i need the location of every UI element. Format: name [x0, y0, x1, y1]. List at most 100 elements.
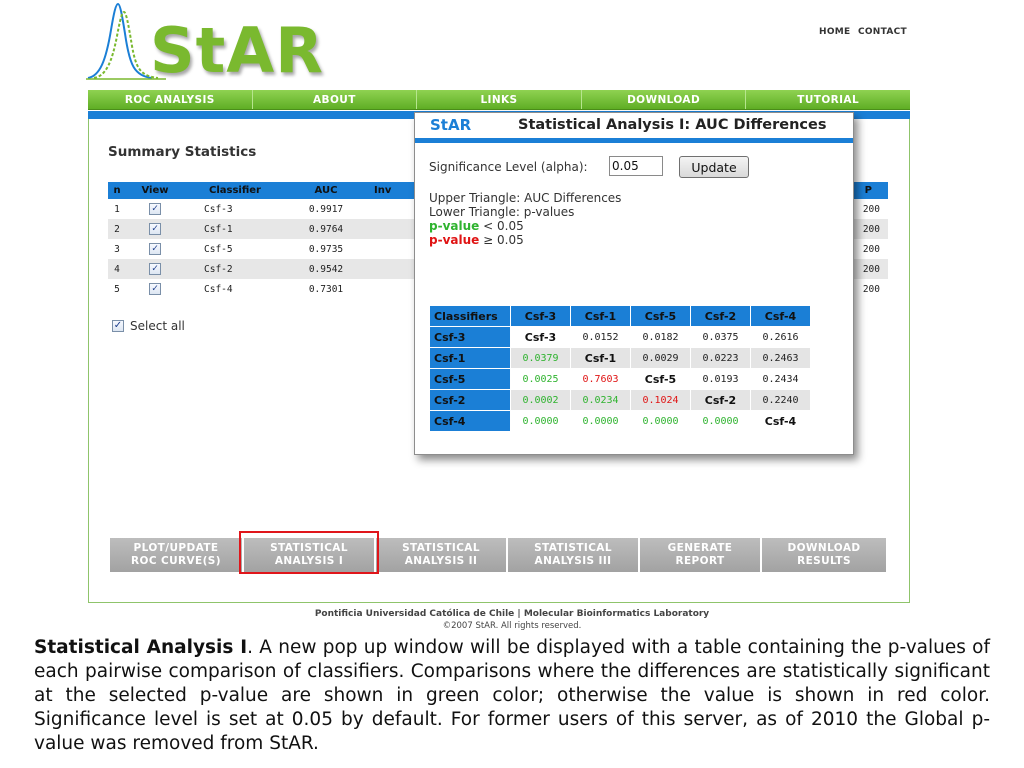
- view-checkbox[interactable]: ✓: [149, 283, 161, 295]
- select-all[interactable]: ✓ Select all: [112, 319, 185, 333]
- legend-lower: Lower Triangle: p-values: [429, 205, 575, 219]
- auc-difference-cell: 0.2616: [751, 327, 810, 347]
- col-n: n: [108, 182, 126, 199]
- button-line: ANALYSIS III: [534, 555, 612, 567]
- download-results-button[interactable]: DOWNLOAD RESULTS: [762, 538, 886, 572]
- row-auc: 0.9735: [286, 239, 366, 259]
- legend-pv-word: p-value: [429, 219, 480, 233]
- pvalue-cell: 0.1024: [631, 390, 690, 410]
- diagonal-cell: Csf-2: [691, 390, 750, 410]
- pvalue-cell: 0.0379: [511, 348, 570, 368]
- view-checkbox[interactable]: ✓: [149, 203, 161, 215]
- column-header: Csf-5: [631, 306, 690, 326]
- legend-sig-text: < 0.05: [483, 219, 524, 233]
- auc-difference-cell: 0.0182: [631, 327, 690, 347]
- select-all-checkbox[interactable]: ✓: [112, 320, 124, 332]
- row-auc: 0.7301: [286, 279, 366, 299]
- pvalue-cell: 0.0000: [691, 411, 750, 431]
- plot-roc-button[interactable]: PLOT/UPDATE ROC CURVE(S): [110, 538, 242, 572]
- alpha-label: Significance Level (alpha):: [429, 160, 588, 174]
- popup-brand: StAR: [430, 116, 472, 134]
- button-line: GENERATE: [667, 542, 733, 554]
- diagonal-cell: Csf-5: [631, 369, 690, 389]
- column-header: Csf-4: [751, 306, 810, 326]
- row-header: Csf-1: [430, 348, 510, 368]
- popup-title: Statistical Analysis I: AUC Differences: [518, 117, 827, 133]
- table-row: Csf-5 0.0025 0.7603 Csf-5 0.0193 0.2434: [430, 369, 810, 389]
- row-header: Csf-2: [430, 390, 510, 410]
- auc-difference-cell: 0.0375: [691, 327, 750, 347]
- auc-difference-cell: 0.0029: [631, 348, 690, 368]
- diagonal-cell: Csf-1: [571, 348, 630, 368]
- footer-affiliation: Pontificia Universidad Católica de Chile…: [314, 609, 710, 619]
- button-line: STATISTICAL: [402, 542, 480, 554]
- legend-not-significant: p-value ≥ 0.05: [429, 233, 621, 247]
- button-line: RESULTS: [797, 555, 851, 567]
- summary-title: Summary Statistics: [108, 144, 257, 160]
- update-button[interactable]: Update: [679, 156, 749, 178]
- top-links: HOME CONTACT: [815, 27, 907, 37]
- table-corner: Classifiers: [430, 306, 510, 326]
- pvalue-table-header: Classifiers Csf-3 Csf-1 Csf-5 Csf-2 Csf-4: [430, 306, 810, 326]
- view-checkbox[interactable]: ✓: [149, 263, 161, 275]
- legend-upper: Upper Triangle: AUC Differences: [429, 191, 622, 205]
- button-line: REPORT: [675, 555, 725, 567]
- highlight-box: [239, 531, 379, 574]
- nav-tutorial[interactable]: TUTORIAL: [746, 90, 910, 109]
- nav-about[interactable]: ABOUT: [253, 90, 418, 109]
- auc-difference-cell: 0.0223: [691, 348, 750, 368]
- main-nav: ROC ANALYSIS ABOUT LINKS DOWNLOAD TUTORI…: [88, 90, 910, 110]
- pvalue-cell: 0.7603: [571, 369, 630, 389]
- nav-roc-analysis[interactable]: ROC ANALYSIS: [88, 90, 253, 109]
- table-row: Csf-2 0.0002 0.0234 0.1024 Csf-2 0.2240: [430, 390, 810, 410]
- contact-link[interactable]: CONTACT: [858, 27, 907, 37]
- footer-copyright: ©2007 StAR. All rights reserved.: [442, 621, 582, 631]
- legend-nsig-text: ≥ 0.05: [483, 233, 524, 247]
- view-checkbox[interactable]: ✓: [149, 243, 161, 255]
- row-n: 4: [108, 259, 126, 279]
- auc-differences-popup: StAR Statistical Analysis I: AUC Differe…: [414, 112, 854, 455]
- view-checkbox[interactable]: ✓: [149, 223, 161, 235]
- statistical-analysis-3-button[interactable]: STATISTICAL ANALYSIS III: [508, 538, 638, 572]
- pvalue-table: Classifiers Csf-3 Csf-1 Csf-5 Csf-2 Csf-4 Cs…: [429, 305, 811, 432]
- button-line: DOWNLOAD: [787, 542, 861, 554]
- auc-difference-cell: 0.2463: [751, 348, 810, 368]
- legend-pv-word: p-value: [429, 233, 480, 247]
- row-classifier: Csf-5: [184, 239, 286, 259]
- legend: Upper Triangle: AUC Differences Lower Tr…: [429, 191, 621, 247]
- auc-difference-cell: 0.2434: [751, 369, 810, 389]
- statistical-analysis-2-button[interactable]: STATISTICAL ANALYSIS II: [376, 538, 506, 572]
- button-line: STATISTICAL: [534, 542, 612, 554]
- diagonal-cell: Csf-3: [511, 327, 570, 347]
- alpha-input[interactable]: [609, 156, 663, 176]
- row-classifier: Csf-4: [184, 279, 286, 299]
- table-row: Csf-3 Csf-3 0.0152 0.0182 0.0375 0.2616: [430, 327, 810, 347]
- legend-significant: p-value < 0.05: [429, 219, 621, 233]
- auc-difference-cell: 0.2240: [751, 390, 810, 410]
- caption: Statistical Analysis I. A new pop up win…: [34, 636, 990, 756]
- star-logo[interactable]: StAR: [150, 20, 324, 82]
- col-auc: AUC: [286, 182, 366, 199]
- nav-download[interactable]: DOWNLOAD: [582, 90, 747, 109]
- row-n: 5: [108, 279, 126, 299]
- auc-difference-cell: 0.0152: [571, 327, 630, 347]
- row-header: Csf-3: [430, 327, 510, 347]
- row-classifier: Csf-1: [184, 219, 286, 239]
- row-header: Csf-4: [430, 411, 510, 431]
- row-n: 2: [108, 219, 126, 239]
- column-header: Csf-2: [691, 306, 750, 326]
- generate-report-button[interactable]: GENERATE REPORT: [640, 538, 760, 572]
- row-n: 3: [108, 239, 126, 259]
- row-auc: 0.9764: [286, 219, 366, 239]
- row-auc: 0.9542: [286, 259, 366, 279]
- home-link[interactable]: HOME: [819, 27, 851, 37]
- pvalue-cell: 0.0234: [571, 390, 630, 410]
- pvalue-cell: 0.0000: [631, 411, 690, 431]
- pvalue-cell: 0.0002: [511, 390, 570, 410]
- button-line: ROC CURVE(S): [131, 555, 221, 567]
- pvalue-cell: 0.0025: [511, 369, 570, 389]
- nav-links[interactable]: LINKS: [417, 90, 582, 109]
- select-all-label: Select all: [130, 319, 185, 333]
- button-line: ANALYSIS II: [404, 555, 478, 567]
- diagonal-cell: Csf-4: [751, 411, 810, 431]
